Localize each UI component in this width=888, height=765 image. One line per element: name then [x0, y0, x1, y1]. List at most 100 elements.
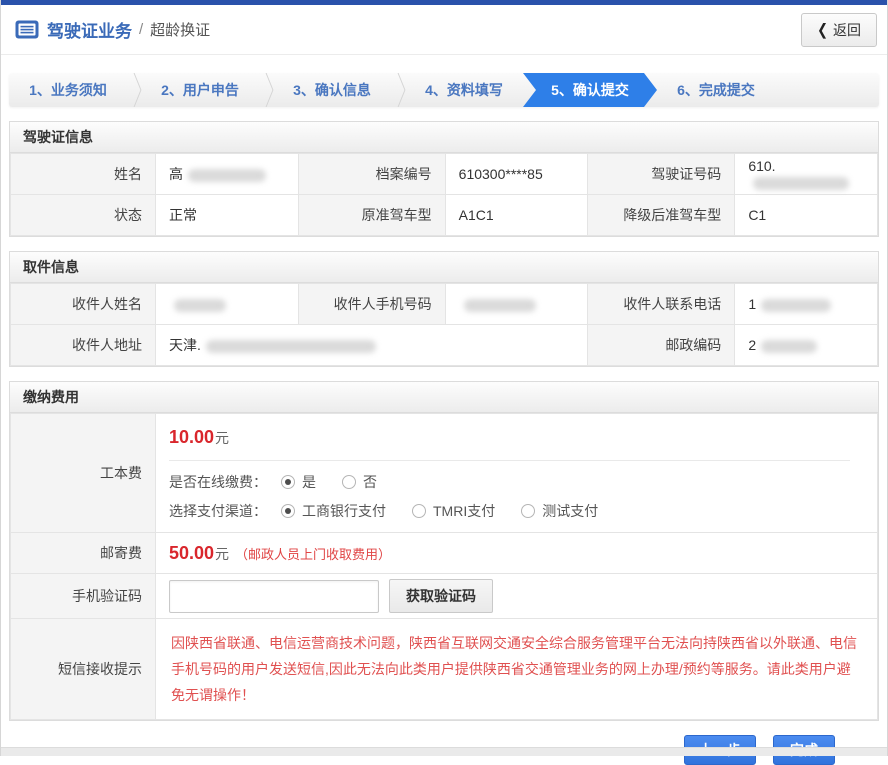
- card-fee-cell: 10.00元 是否在线缴费： 是 否: [156, 414, 878, 533]
- radio-unchecked-icon: [342, 475, 356, 489]
- fees-title: 缴纳费用: [10, 382, 878, 413]
- pickup-info-section: 取件信息 收件人姓名 收件人手机号码 收件人联系电话 1 收件人地址 天津. 邮…: [9, 251, 879, 367]
- pickup-info-title: 取件信息: [10, 252, 878, 283]
- redaction-smudge: [188, 169, 266, 182]
- tab-separator: [391, 73, 405, 107]
- recipient-address-value: 天津.: [156, 325, 588, 366]
- recipient-address-label: 收件人地址: [11, 325, 156, 366]
- license-info-section: 驾驶证信息 姓名 高 档案编号 610300****85 驾驶证号码 610. …: [9, 121, 879, 237]
- downgraded-class-value: C1: [735, 195, 878, 236]
- table-row: 工本费 10.00元 是否在线缴费： 是: [11, 414, 878, 533]
- back-button-label: 返回: [833, 20, 861, 40]
- name-label: 姓名: [11, 154, 156, 195]
- sms-code-cell: 获取验证码: [156, 574, 878, 619]
- pay-channel-row: 选择支付渠道： 工商银行支付 TMRI支付 测试支付: [169, 501, 864, 521]
- recipient-phone-label: 收件人联系电话: [588, 284, 735, 325]
- radio-unchecked-icon: [521, 504, 535, 518]
- redaction-smudge: [464, 299, 536, 312]
- redaction-smudge: [761, 340, 817, 353]
- radio-online-pay-yes[interactable]: 是: [281, 472, 316, 492]
- divider: [169, 460, 850, 461]
- tab-separator: [127, 73, 141, 107]
- mail-fee-cell: 50.00元 （邮政人员上门收取费用）: [156, 533, 878, 574]
- tab-step-3[interactable]: 3、确认信息: [273, 73, 391, 107]
- back-button[interactable]: ❮ 返回: [801, 13, 877, 47]
- radio-label: 是: [302, 472, 316, 492]
- radio-label: 工商银行支付: [302, 501, 386, 521]
- tab-step-5-active[interactable]: 5、确认提交: [523, 73, 657, 107]
- table-row: 手机验证码 获取验证码: [11, 574, 878, 619]
- radio-label: 测试支付: [542, 501, 598, 521]
- sms-tip-cell: 因陕西省联通、电信运营商技术问题，陕西省互联网交通安全综合服务管理平台无法向持陕…: [156, 619, 878, 720]
- recipient-mobile-value: [445, 284, 588, 325]
- recipient-name-label: 收件人姓名: [11, 284, 156, 325]
- recipient-name-value: [156, 284, 299, 325]
- postal-code-label: 邮政编码: [588, 325, 735, 366]
- radio-channel-test[interactable]: 测试支付: [521, 501, 598, 521]
- mail-fee-label: 邮寄费: [11, 533, 156, 574]
- license-info-table: 姓名 高 档案编号 610300****85 驾驶证号码 610. 状态 正常 …: [10, 153, 878, 236]
- license-number-value: 610.: [735, 154, 878, 195]
- step-tabs: 1、业务须知 2、用户申告 3、确认信息 4、资料填写 5、确认提交 6、完成提…: [9, 73, 879, 107]
- name-value: 高: [156, 154, 299, 195]
- currency-unit: 元: [215, 546, 229, 562]
- table-row: 短信接收提示 因陕西省联通、电信运营商技术问题，陕西省互联网交通安全综合服务管理…: [11, 619, 878, 720]
- sms-tip-text: 因陕西省联通、电信运营商技术问题，陕西省互联网交通安全综合服务管理平台无法向持陕…: [171, 630, 862, 708]
- table-row: 姓名 高 档案编号 610300****85 驾驶证号码 610.: [11, 154, 878, 195]
- card-fee-amount-line: 10.00元: [169, 427, 864, 448]
- radio-label: TMRI支付: [433, 501, 495, 521]
- online-pay-label: 是否在线缴费：: [169, 472, 267, 492]
- currency-unit: 元: [215, 430, 229, 446]
- radio-checked-icon: [281, 475, 295, 489]
- status-label: 状态: [11, 195, 156, 236]
- postal-code-value: 2: [735, 325, 878, 366]
- table-row: 收件人地址 天津. 邮政编码 2: [11, 325, 878, 366]
- sms-code-input[interactable]: [169, 580, 379, 613]
- tab-step-4[interactable]: 4、资料填写: [405, 73, 523, 107]
- license-number-label: 驾驶证号码: [588, 154, 735, 195]
- fees-table: 工本费 10.00元 是否在线缴费： 是: [10, 413, 878, 720]
- redaction-smudge: [174, 299, 226, 312]
- orig-class-value: A1C1: [445, 195, 588, 236]
- table-row: 收件人姓名 收件人手机号码 收件人联系电话 1: [11, 284, 878, 325]
- card-fee-amount: 10.00: [169, 427, 214, 447]
- tab-step-1[interactable]: 1、业务须知: [9, 73, 127, 107]
- license-list-icon: [15, 20, 39, 39]
- breadcrumb-secondary: 超龄换证: [150, 19, 210, 40]
- online-pay-row: 是否在线缴费： 是 否: [169, 472, 864, 492]
- get-code-button[interactable]: 获取验证码: [389, 579, 493, 613]
- chevron-left-icon: ❮: [817, 20, 828, 39]
- recipient-phone-value: 1: [735, 284, 878, 325]
- redaction-smudge: [206, 340, 376, 353]
- radio-online-pay-no[interactable]: 否: [342, 472, 377, 492]
- mail-fee-amount: 50.00: [169, 543, 214, 563]
- pickup-info-table: 收件人姓名 收件人手机号码 收件人联系电话 1 收件人地址 天津. 邮政编码 2: [10, 283, 878, 366]
- sms-code-label: 手机验证码: [11, 574, 156, 619]
- radio-label: 否: [363, 472, 377, 492]
- radio-channel-icbc[interactable]: 工商银行支付: [281, 501, 386, 521]
- mail-fee-note: （邮政人员上门收取费用）: [235, 547, 391, 562]
- radio-unchecked-icon: [412, 504, 426, 518]
- tab-step-6[interactable]: 6、完成提交: [657, 73, 775, 107]
- page-header: 驾驶证业务 / 超龄换证 ❮ 返回: [1, 5, 887, 55]
- tab-filler: [775, 73, 879, 107]
- redaction-smudge: [761, 299, 831, 312]
- downgraded-class-label: 降级后准驾车型: [588, 195, 735, 236]
- table-row: 状态 正常 原准驾车型 A1C1 降级后准驾车型 C1: [11, 195, 878, 236]
- card-fee-label: 工本费: [11, 414, 156, 533]
- bottom-strip: [1, 747, 887, 756]
- table-row: 邮寄费 50.00元 （邮政人员上门收取费用）: [11, 533, 878, 574]
- sms-tip-label: 短信接收提示: [11, 619, 156, 720]
- file-number-label: 档案编号: [298, 154, 445, 195]
- tab-step-2[interactable]: 2、用户申告: [141, 73, 259, 107]
- status-value: 正常: [156, 195, 299, 236]
- fees-section: 缴纳费用 工本费 10.00元 是否在线缴费： 是: [9, 381, 879, 721]
- tab-separator: [259, 73, 273, 107]
- radio-channel-tmri[interactable]: TMRI支付: [412, 501, 495, 521]
- redaction-smudge: [753, 177, 849, 190]
- file-number-value: 610300****85: [445, 154, 588, 195]
- pay-channel-label: 选择支付渠道：: [169, 501, 267, 521]
- radio-checked-icon: [281, 504, 295, 518]
- recipient-mobile-label: 收件人手机号码: [298, 284, 445, 325]
- breadcrumb-primary: 驾驶证业务: [47, 17, 132, 42]
